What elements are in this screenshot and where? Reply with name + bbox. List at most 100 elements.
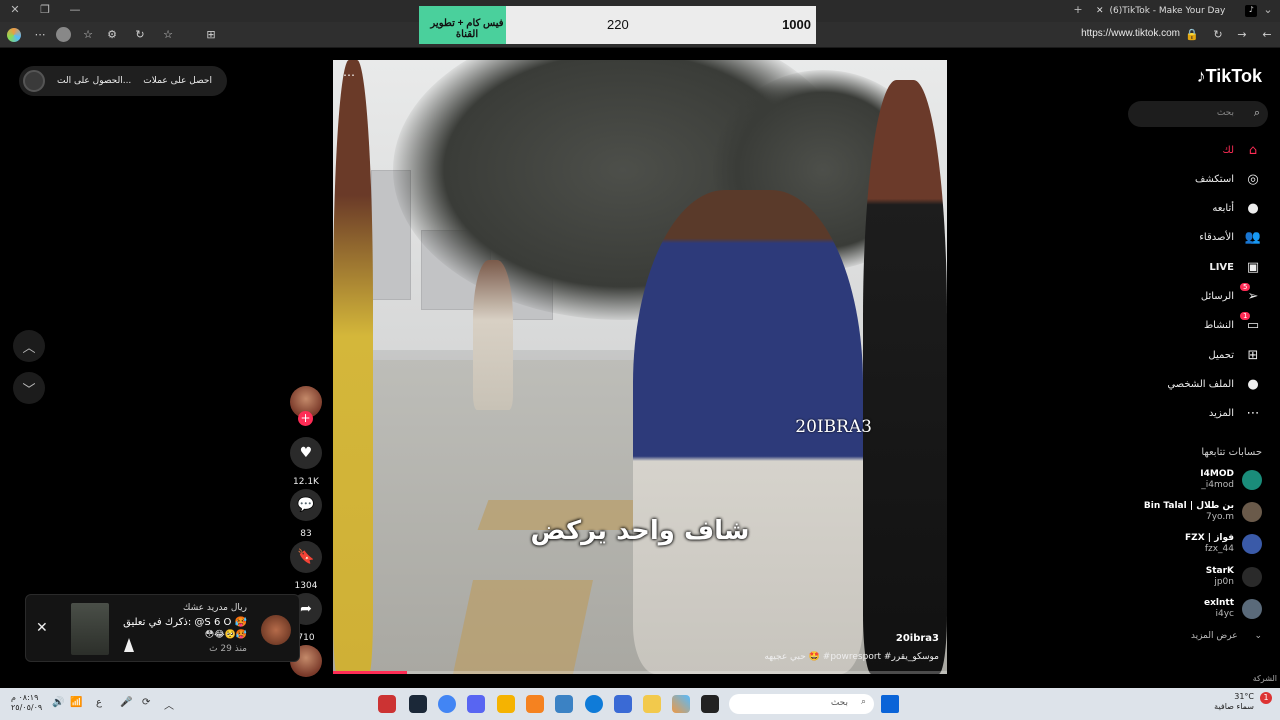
terminal-icon[interactable] [701, 695, 719, 713]
following-account[interactable]: I4MOD _i4mod [1200, 467, 1262, 493]
sidebar-item-8[interactable]: الملف الشخصي ● [1167, 374, 1262, 394]
avatar[interactable] [23, 70, 45, 92]
chrome-icon[interactable] [438, 695, 456, 713]
video-menu-dots-icon[interactable]: ⋯ [343, 68, 355, 82]
avatar[interactable] [1242, 470, 1262, 490]
sidebar-item-5[interactable]: الرسائل ➢ 5 [1201, 282, 1262, 306]
profile-avatar-icon[interactable] [56, 27, 71, 42]
search-icon[interactable]: ⌕ [1254, 106, 1260, 120]
comment-action[interactable]: 💬 83 [290, 489, 322, 539]
add-favorite-icon[interactable]: ☆ [160, 27, 176, 43]
sidebar-item-0[interactable]: لك ⌂ [1223, 140, 1262, 160]
video-author[interactable]: 20ibra3 [896, 633, 939, 644]
split-screen-icon[interactable]: ⊞ [203, 27, 219, 43]
sidebar-item-4[interactable]: LIVE ▣ [1209, 257, 1262, 277]
goal-current: 220 [607, 17, 629, 32]
follow-plus-icon[interactable]: + [298, 411, 313, 426]
tab-list-icon[interactable]: ⌄ [1260, 3, 1276, 16]
nav-badge: 1 [1240, 311, 1251, 320]
save-action[interactable]: 🔖 1304 [290, 541, 322, 591]
browser-tab[interactable]: ✕ (6)TikTok - Make Your Day ♪ [1096, 0, 1258, 22]
back-arrow-icon[interactable]: → [1234, 27, 1250, 43]
activity-icon: ▭ 1 [1240, 311, 1262, 333]
taskbar-search[interactable]: بحث ⌕ [729, 694, 874, 714]
new-tab-icon[interactable]: + [1070, 3, 1086, 16]
sidebar-item-2[interactable]: أتابعه ● [1212, 198, 1262, 218]
taskbar-clock[interactable]: ٠٨:١٩ م ٢٥/٠٥/٠٩ [11, 693, 42, 713]
url-field[interactable]: https://www.tiktok.com [1081, 28, 1180, 39]
tab-close-icon[interactable]: ✕ [1096, 6, 1104, 16]
forward-arrow-icon[interactable]: ← [1259, 27, 1275, 43]
copilot-icon[interactable] [672, 695, 690, 713]
following-account[interactable]: Bin Talal | بن طلال 7yo.m [1144, 499, 1262, 525]
edge-icon[interactable] [585, 695, 603, 713]
previous-video-button[interactable]: ︿ [13, 330, 45, 362]
language-icon[interactable]: ع [96, 697, 102, 708]
reload-icon[interactable]: ↻ [1210, 27, 1226, 43]
sidebar-item-9[interactable]: المزيد ⋯ [1209, 403, 1262, 423]
like-action[interactable]: ♥ 12.1K [290, 437, 322, 487]
get-coins-link[interactable]: احصل على عملات [143, 76, 212, 86]
next-video-button[interactable]: ﹀ [13, 372, 45, 404]
avatar[interactable] [1242, 567, 1262, 587]
volume-icon[interactable]: 🔊 [52, 697, 64, 708]
steam-icon[interactable] [409, 695, 427, 713]
video-progress-bar[interactable] [333, 671, 947, 674]
chevron-down-icon: ﹀ [22, 382, 36, 398]
video-player[interactable]: ⋯ 20IBRA3 شاف واحد يركض 20ibra3 حبي عجيه… [333, 60, 947, 674]
start-icon[interactable] [881, 695, 899, 713]
messages-icon: ➢ 5 [1240, 282, 1262, 304]
refresh-icon[interactable]: ↻ [132, 27, 148, 43]
comment-icon[interactable]: 💬 [290, 489, 322, 521]
close-icon[interactable]: ✕ [36, 620, 48, 636]
notification-message: ذكرك في تعليق: @S 6 O 🥵 [123, 617, 247, 628]
mention-notification[interactable]: ✕ ريال مدريد عشك ذكرك في تعليق: @S 6 O 🥵… [25, 594, 300, 662]
copilot-icon[interactable] [7, 28, 21, 42]
notification-avatar[interactable] [261, 615, 291, 645]
clock-time: ٠٨:١٩ م [11, 693, 39, 702]
following-account[interactable]: exlntt i4yc [1204, 596, 1262, 622]
lock-icon[interactable]: 🔒 [1184, 27, 1200, 43]
bookmark-icon[interactable]: 🔖 [290, 541, 322, 573]
microphone-icon[interactable]: 🎤 [120, 697, 132, 708]
following-account[interactable]: StarK jp0n [1206, 564, 1262, 590]
extensions-icon[interactable]: ⚙ [104, 27, 120, 43]
weather-widget[interactable]: 31°C سماء صافية [1214, 692, 1254, 712]
store-icon[interactable] [614, 695, 632, 713]
sync-icon[interactable]: ⟳ [142, 697, 150, 708]
app-icon[interactable] [555, 695, 573, 713]
chevron-up-icon: ︿ [22, 340, 36, 356]
minimize-window-icon[interactable]: — [67, 3, 83, 16]
company-link[interactable]: الشركة [1253, 674, 1277, 683]
tiktok-logo[interactable]: ♪TikTok [1197, 66, 1262, 87]
search-input[interactable]: بحث ⌕ [1128, 101, 1268, 127]
account-text: exlntt i4yc [1204, 598, 1234, 620]
file-explorer-icon[interactable] [643, 695, 661, 713]
avatar[interactable] [1242, 502, 1262, 522]
restore-window-icon[interactable]: ❐ [37, 3, 53, 16]
wifi-icon[interactable]: 📶 [70, 697, 82, 708]
notification-count[interactable]: 1 [1260, 692, 1272, 704]
notification-thumbnail[interactable] [71, 603, 109, 655]
get-app-link[interactable]: الحصول على الت... [57, 76, 131, 86]
following-account[interactable]: FZX | فواز fzx_44 [1185, 531, 1262, 557]
discord-icon[interactable] [467, 695, 485, 713]
app-icon[interactable] [526, 695, 544, 713]
following-avatar-icon: ● [1247, 200, 1259, 216]
tray-chevron-up-icon[interactable]: ︿ [164, 697, 174, 712]
sidebar-item-7[interactable]: تحميل ⊞ [1208, 345, 1262, 365]
sidebar-item-3[interactable]: الأصدقاء 👥 [1199, 227, 1262, 247]
avatar[interactable] [1242, 599, 1262, 619]
account-text: I4MOD _i4mod [1200, 469, 1234, 491]
show-more-link[interactable]: عرض المزيد ⌄ [1191, 631, 1262, 641]
app-icon[interactable] [497, 695, 515, 713]
menu-dots-icon[interactable]: ⋯ [32, 27, 48, 43]
close-window-icon[interactable]: ✕ [7, 3, 23, 16]
app-icon[interactable] [378, 695, 396, 713]
sidebar-item-6[interactable]: النشاط ▭ 1 [1204, 311, 1262, 335]
favorites-icon[interactable]: ☆ [80, 27, 96, 43]
sidebar-item-1[interactable]: استكشف ◎ [1195, 169, 1262, 189]
heart-icon[interactable]: ♥ [290, 437, 322, 469]
avatar[interactable] [1242, 534, 1262, 554]
windows-taskbar: ٠٨:١٩ م ٢٥/٠٥/٠٩ 🔊 📶 ع 🎤 ⟳ ︿ بحث ⌕ 31°C … [0, 688, 1280, 720]
